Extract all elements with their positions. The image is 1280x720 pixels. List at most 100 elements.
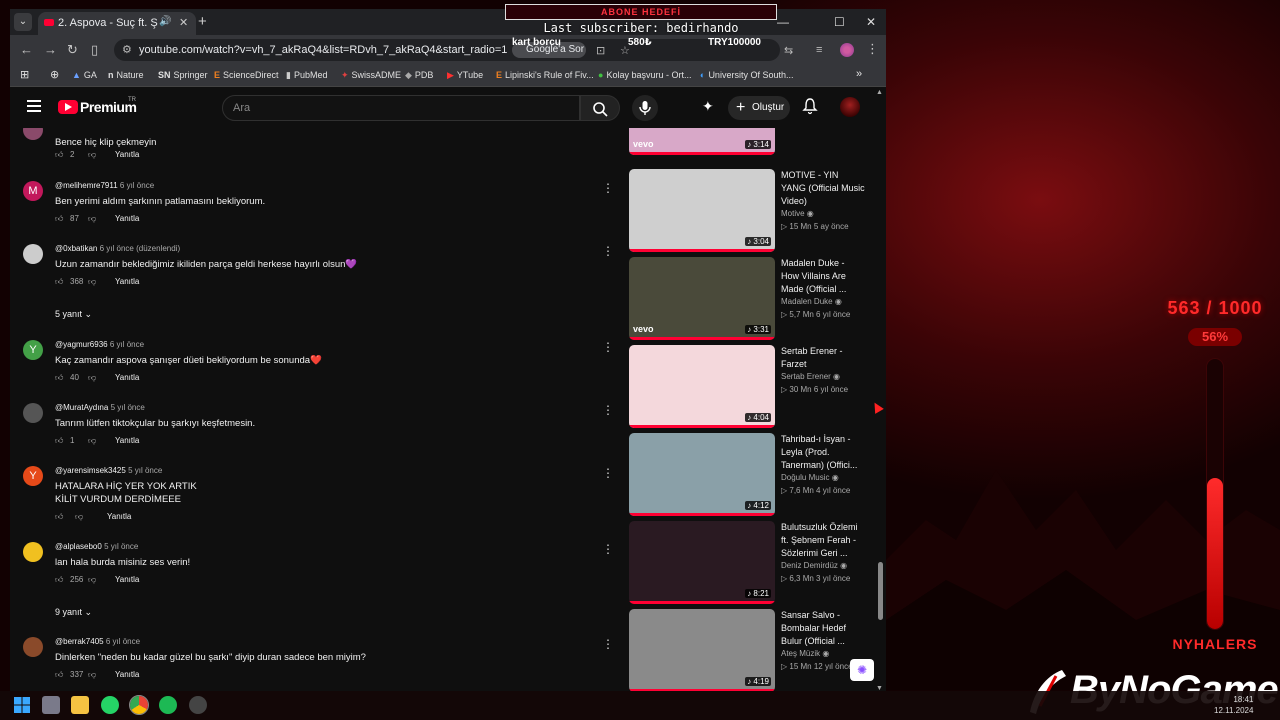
video-thumbnail[interactable]: ♪ 4:04 <box>629 345 775 428</box>
related-video-item[interactable]: ♪ 4:19 Sansar Salvo - Bombalar Hedef Bulu… <box>629 609 879 691</box>
scroll-up-icon[interactable]: ▲ <box>876 89 883 96</box>
comment-time[interactable]: 6 yıl önce <box>106 637 140 646</box>
comment-author[interactable]: @0xbatikan <box>55 244 97 253</box>
dislike-icon[interactable]: 👎︎ <box>88 214 96 224</box>
youtube-logo-icon[interactable] <box>58 100 78 114</box>
scrollbar-thumb[interactable] <box>878 562 883 620</box>
reply-button[interactable]: Yanıtla <box>115 214 139 223</box>
comment-author[interactable]: @berrak7405 <box>55 637 104 646</box>
comment-time[interactable]: 5 yıl önce <box>104 542 138 551</box>
reply-button[interactable]: Yanıtla <box>115 670 139 679</box>
comment-options-icon[interactable]: ⋮ <box>602 181 614 195</box>
maximize-button[interactable]: ☐ <box>834 15 845 29</box>
chevron-right-icon[interactable]: » <box>856 68 862 80</box>
gemini-assistant-icon[interactable]: ✺ <box>850 659 874 681</box>
related-video-item[interactable]: ♪ 3:04 MOTIVE - YIN YANG (Official Music … <box>629 169 879 252</box>
video-title[interactable]: MOTIVE - YIN YANG (Official Music Video) <box>781 169 865 208</box>
like-icon[interactable]: 👍︎ <box>55 512 63 522</box>
system-clock[interactable]: 18:41 12.11.2024 <box>1214 694 1253 716</box>
video-channel[interactable]: Doğulu Music ◉ <box>781 473 839 482</box>
dislike-icon[interactable]: 👎︎ <box>88 373 96 383</box>
dislike-icon[interactable]: 👎︎ <box>88 436 96 446</box>
tab-search-button[interactable]: ⌄ <box>14 13 32 31</box>
related-video-item[interactable]: ♪ 4:04 Sertab Erener - Farzet Sertab Erene… <box>629 345 879 428</box>
commenter-avatar[interactable] <box>23 128 43 140</box>
apps-grid-icon[interactable]: ⊞ <box>20 68 29 81</box>
video-channel[interactable]: Deniz Demirdüz ◉ <box>781 561 847 570</box>
related-video-item[interactable]: ♪ 8:21 Bulutsuzluk Özlemi ft. Şebnem Fera… <box>629 521 879 604</box>
like-icon[interactable]: 👍︎ <box>55 436 63 446</box>
kebab-menu-icon[interactable]: ⋮ <box>866 41 879 57</box>
obs-icon[interactable] <box>189 696 207 714</box>
chat-icon[interactable]: ✦ <box>702 98 714 115</box>
dislike-icon[interactable]: 👎︎ <box>88 150 96 160</box>
comment-options-icon[interactable]: ⋮ <box>602 340 614 354</box>
bookmark-item[interactable]: n Nature <box>108 70 144 80</box>
comment-options-icon[interactable]: ⋮ <box>602 637 614 651</box>
page-scrollbar[interactable]: ▲ ▼ <box>876 89 884 691</box>
video-thumbnail[interactable]: ♪ 4:19 <box>629 609 775 691</box>
bookmark-item[interactable]: E ScienceDirect <box>214 70 279 80</box>
sidebar-toggle-icon[interactable]: ▯ <box>91 42 98 58</box>
video-channel[interactable]: Madalen Duke ◉ <box>781 297 842 306</box>
spotify-icon[interactable] <box>159 696 177 714</box>
bookmark-item[interactable]: ● Kolay başvuru - Ort... <box>598 70 691 80</box>
show-replies-button[interactable]: 9 yanıt ⌄ <box>55 607 92 618</box>
like-icon[interactable]: 👍︎ <box>55 670 63 680</box>
video-title[interactable]: Tahribad-ı İsyan - Leyla (Prod. Tanerman… <box>781 433 865 472</box>
related-video-item[interactable]: ♪ 4:12 Tahribad-ı İsyan - Leyla (Prod. Ta… <box>629 433 879 516</box>
whatsapp-icon[interactable] <box>101 696 119 714</box>
like-icon[interactable]: 👍︎ <box>55 277 63 287</box>
bookmark-item[interactable]: SN Springer <box>158 70 208 80</box>
commenter-avatar[interactable] <box>23 542 43 562</box>
dislike-icon[interactable]: 👎︎ <box>88 575 96 585</box>
comment-options-icon[interactable]: ⋮ <box>602 244 614 258</box>
like-icon[interactable]: 👍︎ <box>55 373 63 383</box>
close-window-button[interactable]: ✕ <box>866 15 876 29</box>
account-avatar[interactable] <box>840 97 860 117</box>
commenter-avatar[interactable]: Y <box>23 466 43 486</box>
commenter-avatar[interactable] <box>23 637 43 657</box>
comment-options-icon[interactable]: ⋮ <box>602 403 614 417</box>
video-thumbnail[interactable]: ♪ 8:21 <box>629 521 775 604</box>
video-thumbnail[interactable]: vevo ♪ 3:14 <box>629 128 775 155</box>
like-icon[interactable]: 👍︎ <box>55 575 63 585</box>
video-channel[interactable]: Sertab Erener ◉ <box>781 372 840 381</box>
windows-start-icon[interactable] <box>13 696 31 714</box>
reply-button[interactable]: Yanıtla <box>115 277 139 286</box>
commenter-avatar[interactable] <box>23 244 43 264</box>
commenter-avatar[interactable] <box>23 403 43 423</box>
comment-author[interactable]: @alplasebo0 <box>55 542 102 551</box>
search-input[interactable]: Ara <box>222 95 580 121</box>
speaker-icon[interactable]: 🔊 <box>159 16 171 27</box>
comment-options-icon[interactable]: ⋮ <box>602 542 614 556</box>
video-title[interactable]: Bulutsuzluk Özlemi ft. Şebnem Ferah - Sö… <box>781 521 865 560</box>
translate-icon[interactable]: ⇆ <box>784 44 793 57</box>
comment-author[interactable]: @melihemre7911 <box>55 181 118 190</box>
dislike-icon[interactable]: 👎︎ <box>88 277 96 287</box>
bookmark-item[interactable]: E Lipinski's Rule of Fiv... <box>496 70 594 80</box>
voice-search-button[interactable] <box>632 95 658 121</box>
site-info-icon[interactable]: ⚙ <box>122 43 132 56</box>
reply-button[interactable]: Yanıtla <box>115 373 139 382</box>
bookmark-item[interactable]: ◆ PDB <box>405 70 433 81</box>
comment-author[interactable]: @MuratAydına <box>55 403 108 412</box>
bookmark-item[interactable]: ◐ University Of South... <box>700 70 793 80</box>
video-thumbnail[interactable]: ♪ 4:12 <box>629 433 775 516</box>
notifications-bell-icon[interactable] <box>802 97 818 115</box>
create-button[interactable]: + Oluştur <box>728 96 790 120</box>
bookmark-item[interactable]: ▶ YTube <box>447 70 483 81</box>
comment-time[interactable]: 6 yıl önce <box>120 181 154 190</box>
dislike-icon[interactable]: 👎︎ <box>75 512 83 522</box>
active-tab[interactable]: 2. Aspova - Suç ft. Şanışer 🔊 ✕ <box>38 12 196 35</box>
video-channel[interactable]: Motive ◉ <box>781 209 814 218</box>
dislike-icon[interactable]: 👎︎ <box>88 670 96 680</box>
bookmark-item[interactable]: ▮ PubMed <box>286 70 327 81</box>
reload-button[interactable]: ↻ <box>67 42 78 58</box>
related-video-item[interactable]: vevo ♪ 3:14 <box>629 128 879 155</box>
comment-options-icon[interactable]: ⋮ <box>602 466 614 480</box>
video-title[interactable]: Madalen Duke - How Villains Are Made (Of… <box>781 257 865 296</box>
related-video-item[interactable]: vevo ♪ 3:31 Madalen Duke - How Villains Ar… <box>629 257 879 340</box>
like-icon[interactable]: 👍︎ <box>55 150 63 160</box>
chrome-icon[interactable] <box>129 695 149 715</box>
